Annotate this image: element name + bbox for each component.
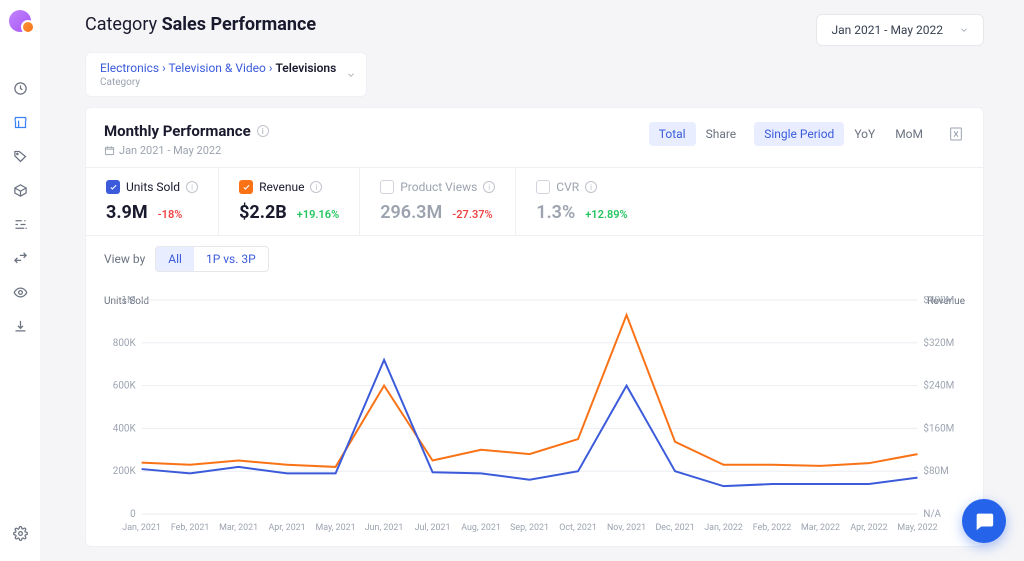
- left-tick: 800K: [113, 338, 137, 349]
- tab-group-period: Single Period YoY MoM: [754, 122, 933, 146]
- nav-download-icon[interactable]: [12, 318, 28, 334]
- metric-label: Product Views: [400, 180, 477, 194]
- right-tick: $400M: [923, 296, 954, 306]
- info-icon[interactable]: i: [310, 181, 322, 193]
- metric-checkbox[interactable]: [106, 180, 120, 194]
- info-icon[interactable]: i: [257, 125, 269, 137]
- metric-label: Revenue: [259, 180, 304, 194]
- nav-shop-icon[interactable]: [12, 114, 28, 130]
- x-tick: Apr, 2022: [850, 523, 887, 533]
- right-tick: $160M: [923, 423, 954, 434]
- panel-subtitle: Jan 2021 - May 2022: [104, 144, 269, 157]
- metric-delta: +12.89%: [585, 208, 627, 221]
- chevron-down-icon: [346, 70, 356, 80]
- metric-checkbox[interactable]: [536, 180, 550, 194]
- x-tick: Nov, 2021: [607, 523, 646, 533]
- left-tick: 0: [130, 509, 136, 520]
- line-chart: 1M 800K 600K 400K 200K 0 $400M $320M $240M $160M…: [104, 296, 965, 536]
- tab-total[interactable]: Total: [649, 122, 696, 146]
- x-tick: Jun, 2021: [365, 523, 404, 533]
- left-tick: 1M: [121, 296, 135, 306]
- export-excel-button[interactable]: [947, 125, 965, 143]
- x-tick: Feb, 2021: [171, 523, 209, 533]
- x-tick: Mar, 2021: [219, 523, 258, 533]
- x-tick: Sep, 2021: [510, 523, 549, 533]
- x-tick: Apr, 2021: [268, 523, 305, 533]
- date-range-selector[interactable]: Jan 2021 - May 2022: [816, 14, 984, 46]
- nav-arrows-icon[interactable]: [12, 250, 28, 266]
- nav-clock-icon[interactable]: [12, 80, 28, 96]
- left-tick: 600K: [113, 381, 137, 392]
- right-tick: $80M: [923, 466, 948, 477]
- calendar-icon: [104, 145, 115, 156]
- metric-revenue: Revenue i $2.2B +19.16%: [219, 168, 360, 235]
- right-tick: $320M: [923, 338, 954, 349]
- app-logo[interactable]: [9, 10, 31, 32]
- metric-checkbox[interactable]: [380, 180, 394, 194]
- viewby-label: View by: [104, 252, 145, 266]
- breadcrumb: Electronics › Television & Video › Telev…: [100, 61, 336, 75]
- info-icon[interactable]: i: [585, 181, 597, 193]
- right-tick: $240M: [923, 381, 954, 392]
- panel-title: Monthly Performance i: [104, 122, 269, 140]
- metric-delta: -18%: [158, 208, 183, 221]
- page-title: Category Sales Performance: [85, 14, 316, 35]
- metric-delta: -27.37%: [452, 208, 492, 221]
- metric-value: 296.3M: [380, 202, 442, 223]
- metric-checkbox[interactable]: [239, 180, 253, 194]
- metric-value: $2.2B: [239, 202, 287, 223]
- tab-group-total-share: Total Share: [649, 122, 746, 146]
- x-tick: May, 2022: [897, 523, 937, 533]
- metric-delta: +19.16%: [297, 208, 339, 221]
- breadcrumb-selector[interactable]: Electronics › Television & Video › Telev…: [85, 52, 367, 97]
- tab-single-period[interactable]: Single Period: [754, 122, 844, 146]
- left-tick: 200K: [113, 466, 137, 477]
- x-tick: Jul, 2021: [415, 523, 451, 533]
- viewby-all[interactable]: All: [156, 247, 194, 271]
- tab-share[interactable]: Share: [696, 122, 747, 146]
- nav-tag-icon[interactable]: [12, 148, 28, 164]
- viewby-1p3p[interactable]: 1P vs. 3P: [194, 247, 268, 271]
- x-tick: Aug, 2021: [461, 523, 501, 533]
- chevron-down-icon: [959, 25, 969, 35]
- metric-cvr: CVR i 1.3% +12.89%: [516, 168, 647, 235]
- metric-value: 3.9M: [106, 202, 148, 223]
- metric-label: Units Sold: [126, 180, 180, 194]
- left-tick: 400K: [113, 423, 137, 434]
- x-tick: Oct, 2021: [559, 523, 597, 533]
- metric-product-views: Product Views i 296.3M -27.37%: [360, 168, 516, 235]
- tab-mom[interactable]: MoM: [885, 122, 933, 146]
- tab-yoy[interactable]: YoY: [844, 122, 885, 146]
- x-tick: Jan, 2022: [704, 523, 743, 533]
- nav-gear-icon[interactable]: [12, 525, 28, 541]
- info-icon[interactable]: i: [483, 181, 495, 193]
- x-tick: May, 2021: [315, 523, 355, 533]
- nav-sliders-icon[interactable]: [12, 216, 28, 232]
- metric-units-sold: Units Sold i 3.9M -18%: [86, 168, 219, 235]
- x-tick: Feb, 2022: [753, 523, 791, 533]
- nav-eye-icon[interactable]: [12, 284, 28, 300]
- right-tick: N/A: [923, 509, 941, 520]
- chat-support-button[interactable]: [962, 499, 1006, 543]
- breadcrumb-subtitle: Category: [100, 77, 336, 88]
- x-tick: Jan, 2021: [122, 523, 161, 533]
- metric-label: CVR: [556, 180, 579, 194]
- x-tick: Dec, 2021: [655, 523, 694, 533]
- metric-value: 1.3%: [536, 202, 575, 223]
- info-icon[interactable]: i: [186, 181, 198, 193]
- x-tick: Mar, 2022: [801, 523, 840, 533]
- nav-box-icon[interactable]: [12, 182, 28, 198]
